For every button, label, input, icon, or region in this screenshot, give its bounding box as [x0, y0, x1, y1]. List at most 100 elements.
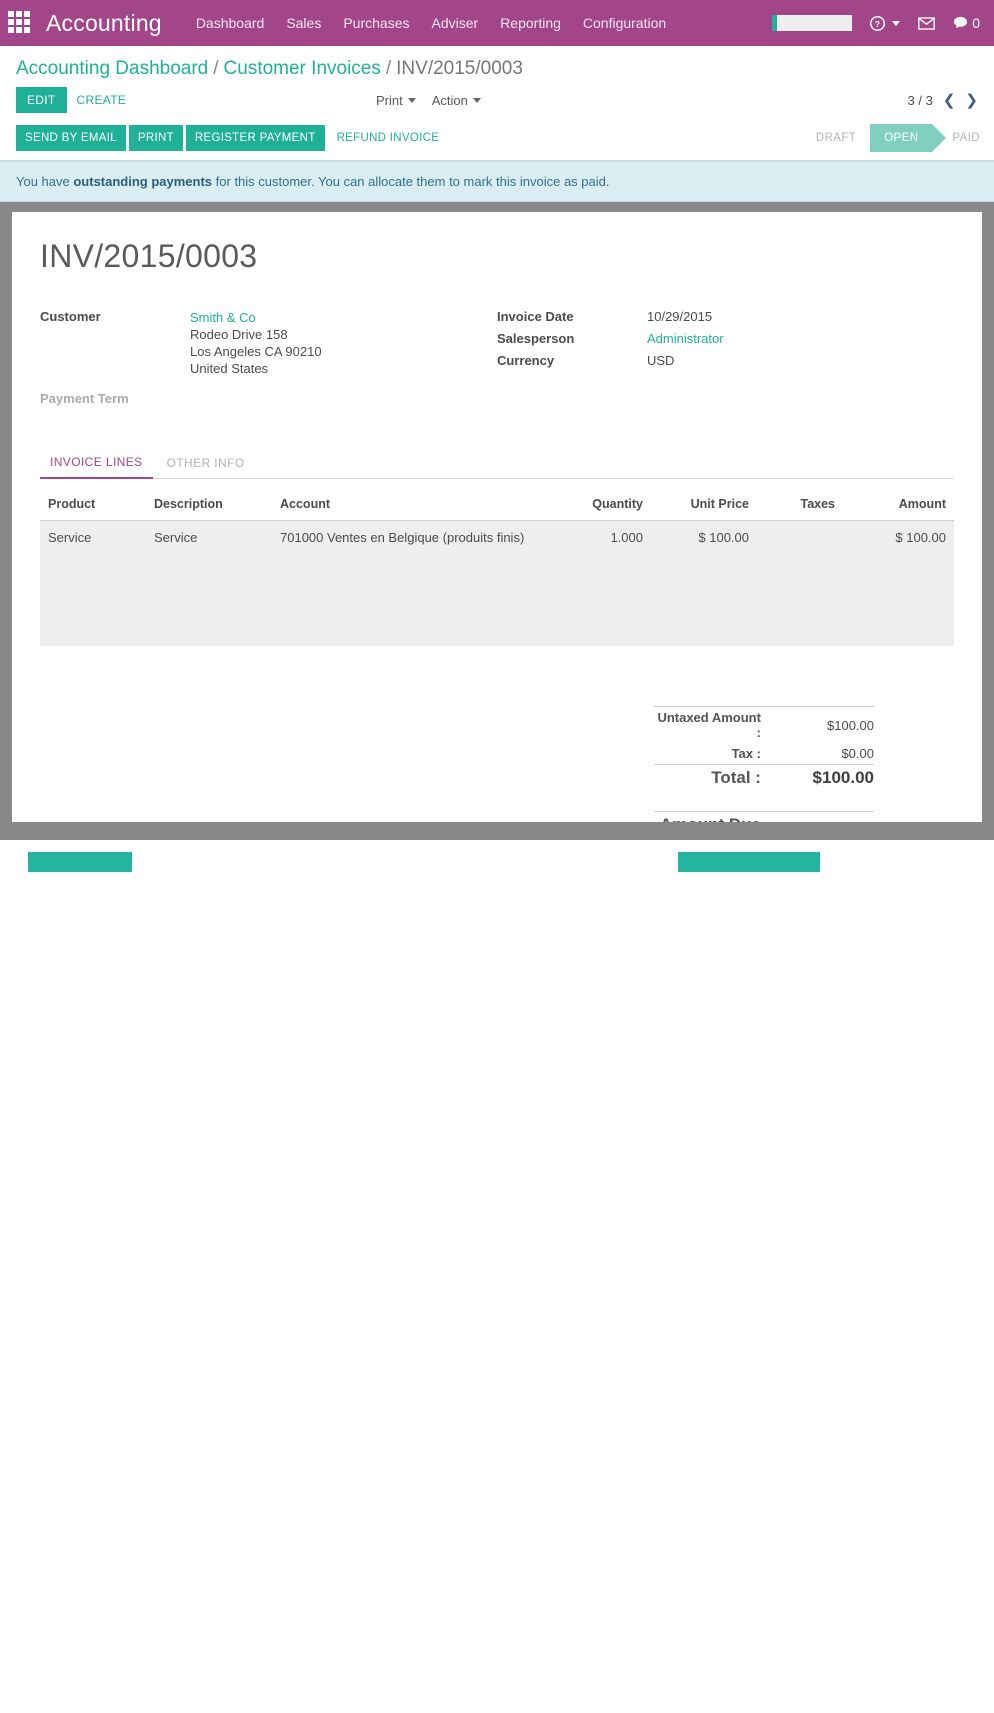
- sheet-background: INV/2015/0003 Customer Smith & Co Rodeo …: [0, 202, 994, 832]
- invoice-lines-table: Product Description Account Quantity Uni…: [40, 489, 954, 646]
- systray-progress-indicator: [772, 15, 852, 31]
- field-payment-term: Payment Term: [40, 391, 497, 406]
- action-dropdown-label: Action: [432, 93, 468, 108]
- print-dropdown[interactable]: Print: [376, 93, 416, 108]
- breadcrumb-current: INV/2015/0003: [396, 58, 523, 79]
- totals-value-untaxed: $100.00: [775, 707, 874, 744]
- invoice-form-sheet: INV/2015/0003 Customer Smith & Co Rodeo …: [12, 212, 982, 822]
- outstanding-credit-amount-wrap: $ 100.00: [874, 706, 954, 822]
- breadcrumb-bar: Accounting Dashboard/Customer Invoices/I…: [0, 46, 994, 84]
- chatter-follow-button[interactable]: [678, 852, 820, 872]
- totals-table: Untaxed Amount : $100.00 Tax : $0.00 Tot…: [654, 706, 874, 822]
- messages-count-label: 0: [972, 15, 980, 31]
- menu-item-configuration[interactable]: Configuration: [583, 15, 666, 31]
- messages-counter[interactable]: 0: [953, 15, 980, 31]
- cell-account: 701000 Ventes en Belgique (produits fini…: [272, 521, 545, 555]
- column-header-unit-price: Unit Price: [651, 489, 757, 521]
- refund-invoice-button[interactable]: REFUND INVOICE: [328, 125, 449, 151]
- pager-value: 3 / 3: [908, 93, 933, 108]
- pager-previous-icon[interactable]: ❮: [943, 93, 956, 108]
- field-label-currency: Currency: [497, 353, 647, 368]
- envelope-icon: [918, 17, 935, 30]
- main-menu: Dashboard Sales Purchases Adviser Report…: [196, 15, 772, 31]
- tab-invoice-lines[interactable]: INVOICE LINES: [40, 447, 153, 479]
- menu-item-dashboard[interactable]: Dashboard: [196, 15, 265, 31]
- invoice-status-pipeline: DRAFT OPEN PAID: [802, 124, 994, 152]
- alert-text-suffix: for this customer. You can allocate them…: [212, 174, 609, 189]
- mail-icon-button[interactable]: [918, 17, 935, 30]
- field-invoice-date: Invoice Date 10/29/2015: [497, 309, 954, 324]
- print-button[interactable]: PRINT: [129, 125, 183, 151]
- register-payment-button[interactable]: REGISTER PAYMENT: [186, 125, 325, 151]
- invoice-header-fields: Customer Smith & Co Rodeo Drive 158 Los …: [40, 309, 954, 413]
- alert-text-prefix: You have: [16, 174, 73, 189]
- top-navbar: Accounting Dashboard Sales Purchases Adv…: [0, 0, 994, 46]
- table-row[interactable]: Service Service 701000 Ventes en Belgiqu…: [40, 521, 954, 555]
- control-panel: EDIT CREATE Print Action 3 / 3 ❮ ❯: [0, 84, 994, 116]
- customer-address-line-3: United States: [190, 360, 322, 377]
- totals-row-amount-due: Amount Due : $100.00: [654, 812, 874, 823]
- invoice-header-right-column: Invoice Date 10/29/2015 Salesperson Admi…: [497, 309, 954, 413]
- breadcrumb-separator: /: [213, 58, 218, 79]
- field-currency: Currency USD: [497, 353, 954, 368]
- totals-label-amount-due: Amount Due :: [654, 812, 775, 823]
- help-dropdown[interactable]: ?: [870, 16, 900, 31]
- breadcrumb-item-customer-invoices[interactable]: Customer Invoices: [224, 58, 381, 79]
- notebook-tabs: INVOICE LINES OTHER INFO: [40, 447, 954, 479]
- chevron-down-icon: [408, 98, 416, 103]
- send-by-email-button[interactable]: SEND BY EMAIL: [16, 125, 126, 151]
- menu-item-purchases[interactable]: Purchases: [343, 15, 409, 31]
- invoice-lines-header: Product Description Account Quantity Uni…: [40, 489, 954, 521]
- totals-section: Untaxed Amount : $100.00 Tax : $0.00 Tot…: [40, 706, 954, 822]
- field-label-invoice-date: Invoice Date: [497, 309, 647, 324]
- field-value-customer: Smith & Co Rodeo Drive 158 Los Angeles C…: [190, 309, 322, 377]
- cell-description: Service: [146, 521, 272, 555]
- cell-amount: $ 100.00: [843, 521, 954, 555]
- totals-label-total: Total :: [654, 765, 775, 792]
- chatter-area: [0, 840, 994, 1713]
- cell-quantity: 1.000: [545, 521, 651, 555]
- status-step-open[interactable]: OPEN: [870, 124, 932, 152]
- pager: 3 / 3 ❮ ❯: [908, 93, 978, 108]
- field-value-currency: USD: [647, 353, 674, 368]
- totals-value-total: $100.00: [775, 765, 874, 792]
- tab-other-info[interactable]: OTHER INFO: [157, 447, 255, 478]
- column-header-amount: Amount: [843, 489, 954, 521]
- edit-button[interactable]: EDIT: [16, 87, 67, 113]
- table-empty-row[interactable]: [40, 600, 954, 646]
- action-dropdown[interactable]: Action: [432, 93, 481, 108]
- field-value-salesperson: Administrator: [647, 331, 724, 346]
- customer-address-line-2: Los Angeles CA 90210: [190, 343, 322, 360]
- question-circle-icon: ?: [870, 16, 885, 31]
- column-header-quantity: Quantity: [545, 489, 651, 521]
- chevron-down-icon: [473, 98, 481, 103]
- field-customer: Customer Smith & Co Rodeo Drive 158 Los …: [40, 309, 497, 377]
- customer-address-line-1: Rodeo Drive 158: [190, 326, 322, 343]
- invoice-lines-body: Service Service 701000 Ventes en Belgiqu…: [40, 521, 954, 647]
- totals-row-untaxed: Untaxed Amount : $100.00: [654, 707, 874, 744]
- totals-label-tax: Tax :: [654, 743, 775, 765]
- pager-next-icon[interactable]: ❯: [965, 93, 978, 108]
- menu-item-reporting[interactable]: Reporting: [500, 15, 561, 31]
- table-spacer-row: [40, 554, 954, 600]
- column-header-description: Description: [146, 489, 272, 521]
- field-salesperson: Salesperson Administrator: [497, 331, 954, 346]
- chatter-log-note-button[interactable]: [28, 852, 132, 872]
- field-label-payment-term: Payment Term: [40, 391, 190, 406]
- breadcrumb-item-dashboard[interactable]: Accounting Dashboard: [16, 58, 208, 79]
- alert-text-bold: outstanding payments: [73, 174, 212, 189]
- salesperson-link[interactable]: Administrator: [647, 331, 724, 346]
- menu-item-adviser[interactable]: Adviser: [432, 15, 479, 31]
- create-button[interactable]: CREATE: [67, 87, 137, 113]
- page-title: INV/2015/0003: [40, 238, 954, 275]
- totals-value-tax: $0.00: [775, 743, 874, 765]
- apps-grid-icon[interactable]: [8, 11, 32, 35]
- breadcrumb: Accounting Dashboard/Customer Invoices/I…: [16, 58, 978, 80]
- column-header-product: Product: [40, 489, 146, 521]
- cell-product: Service: [40, 521, 146, 555]
- cell-unit-price: $ 100.00: [651, 521, 757, 555]
- menu-item-sales[interactable]: Sales: [286, 15, 321, 31]
- print-dropdown-label: Print: [376, 93, 403, 108]
- customer-name-link[interactable]: Smith & Co: [190, 310, 256, 325]
- column-header-account: Account: [272, 489, 545, 521]
